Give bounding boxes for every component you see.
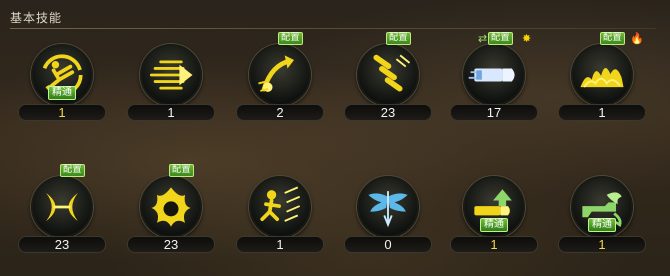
config-badge: 配置 <box>169 164 195 177</box>
config-badge: 配置 <box>60 164 86 177</box>
flame-wave-icon[interactable] <box>571 44 633 106</box>
skill-slot-2[interactable]: 1 <box>121 30 221 126</box>
skill-level: 1 <box>558 236 646 253</box>
skill-level: 2 <box>236 104 324 121</box>
skill-slot-10[interactable]: 0 <box>338 162 438 258</box>
skill-level: 23 <box>344 104 432 121</box>
config-badge: 配置 <box>600 32 626 45</box>
skill-level: 1 <box>236 236 324 253</box>
config-badge: 配置 <box>278 32 304 45</box>
skill-slot-5[interactable]: ⇄ 配置 ✸ 17 <box>444 30 544 126</box>
leaping-strike-icon[interactable] <box>249 176 311 238</box>
crescent-slash-icon[interactable] <box>31 176 93 238</box>
link-icon: ⇄ <box>478 32 488 45</box>
mastery-badge: 精通 <box>588 218 616 232</box>
section-divider <box>10 28 656 29</box>
skill-slot-1[interactable]: 精通 1 <box>12 30 112 126</box>
skill-slot-4[interactable]: 配置 23 <box>338 30 438 126</box>
skill-slot-9[interactable]: 1 <box>230 162 330 258</box>
skill-slot-11[interactable]: 精通 1 <box>444 162 544 258</box>
skill-slot-6[interactable]: 配置 🔥 1 <box>552 30 652 126</box>
skill-level: 1 <box>450 236 538 253</box>
bullet-barrage-icon[interactable] <box>357 44 419 106</box>
config-badge: 配置 <box>386 32 412 45</box>
fire-icon: 🔥 <box>630 32 644 45</box>
skill-level: 1 <box>558 104 646 121</box>
skill-slot-3[interactable]: 配置 2 <box>230 30 330 126</box>
config-badge: 配置 <box>488 32 514 45</box>
section-title: 基本技能 <box>10 11 63 25</box>
skill-level: 17 <box>450 104 538 121</box>
skill-slot-8[interactable]: 配置 23 <box>121 162 221 258</box>
skill-level: 23 <box>127 236 215 253</box>
spark-icon: ✸ <box>522 32 532 45</box>
mastery-badge: 精通 <box>48 86 76 100</box>
skill-level: 0 <box>344 236 432 253</box>
mastery-badge: 精通 <box>480 218 508 232</box>
skill-level: 1 <box>127 104 215 121</box>
dash-strike-icon[interactable] <box>140 44 202 106</box>
skill-slot-7[interactable]: 配置 23 <box>12 162 112 258</box>
upward-slash-icon[interactable] <box>249 44 311 106</box>
skill-level: 23 <box>18 236 106 253</box>
fire-burst-icon[interactable] <box>140 176 202 238</box>
skill-level: 1 <box>18 104 106 121</box>
bullet-icon[interactable] <box>463 44 525 106</box>
blue-wings-icon[interactable] <box>357 176 419 238</box>
skill-slot-12[interactable]: 精通 1 <box>552 162 652 258</box>
